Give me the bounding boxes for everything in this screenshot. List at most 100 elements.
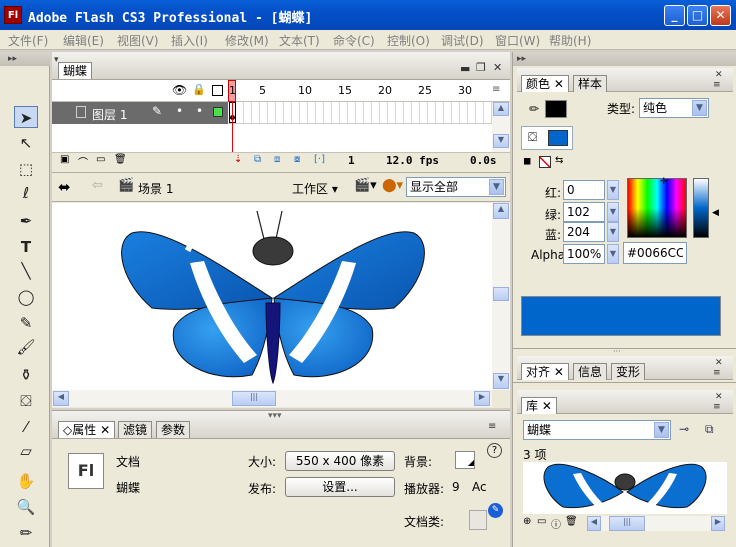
add-motion-guide-icon[interactable]: ⌒ xyxy=(78,154,88,169)
free-transform-tool-icon[interactable]: ⬚ xyxy=(14,158,38,180)
onion-skin-icon[interactable]: ⧉ xyxy=(254,154,261,165)
insert-folder-icon[interactable]: ▭ xyxy=(96,154,105,165)
tab-swatches[interactable]: 样本 xyxy=(573,75,608,92)
back-arrow-icon[interactable]: ⇦ xyxy=(92,178,103,193)
green-slider-button[interactable]: ▼ xyxy=(607,202,619,222)
scroll-left-button[interactable]: ◀ xyxy=(53,391,69,406)
tools-panel-header[interactable]: ▸▸ xyxy=(0,52,50,66)
fill-color-control[interactable]: ⛋ xyxy=(521,126,573,150)
tab-parameters[interactable]: 参数 xyxy=(156,421,191,438)
eyedropper-tool-icon[interactable]: ⁄ xyxy=(14,416,38,438)
frames-row[interactable] xyxy=(228,102,492,124)
restore-doc-icon[interactable]: ❐ xyxy=(476,61,486,74)
edit-scene-icon[interactable]: 🎬▾ xyxy=(354,178,377,193)
selection-tool-icon[interactable]: ➤ xyxy=(14,106,38,128)
butterfly-graphic[interactable] xyxy=(52,203,492,390)
scroll-thumb[interactable]: ||| xyxy=(609,516,645,531)
menu-view[interactable]: 视图(V) xyxy=(117,32,159,49)
show-hide-eye-icon[interactable]: 👁 xyxy=(172,83,187,97)
text-tool-icon[interactable]: T xyxy=(14,236,38,258)
tab-filters[interactable]: 滤镜 xyxy=(118,421,153,438)
panel-menu-icon[interactable]: ≡ xyxy=(713,402,721,412)
scene-label[interactable]: 场景 1 xyxy=(138,180,173,197)
brightness-slider[interactable] xyxy=(693,178,709,238)
insert-layer-icon[interactable]: ▣ xyxy=(60,154,69,165)
tab-transform[interactable]: 变形 xyxy=(611,363,646,380)
timeline-toggle-icon[interactable]: ⬌ xyxy=(58,178,71,196)
no-color-icon[interactable] xyxy=(539,156,551,168)
close-button[interactable]: ✕ xyxy=(710,5,731,26)
default-colors-icon[interactable]: ◼ xyxy=(523,156,531,167)
scroll-left-button[interactable]: ◀ xyxy=(587,516,601,531)
dock-header[interactable]: ▸▸ xyxy=(513,52,736,66)
minimize-button[interactable]: _ xyxy=(664,5,685,26)
paint-bucket-tool-icon[interactable]: ⛋ xyxy=(14,390,38,412)
pin-library-icon[interactable]: ⊸ xyxy=(679,422,689,436)
tab-align[interactable]: 对齐 ✕ xyxy=(521,363,569,380)
close-panel-icon[interactable]: ✕ xyxy=(715,358,723,368)
menu-debug[interactable]: 调试(D) xyxy=(441,32,484,49)
delete-layer-icon[interactable]: 🗑 xyxy=(114,154,127,165)
ink-bottle-tool-icon[interactable]: ⚱ xyxy=(14,364,38,386)
subselection-tool-icon[interactable]: ↖ xyxy=(14,132,38,154)
document-class-input[interactable] xyxy=(469,510,487,530)
scroll-down-button[interactable]: ▼ xyxy=(493,134,509,148)
delete-icon[interactable]: 🗑 xyxy=(565,516,578,527)
scroll-thumb[interactable] xyxy=(493,287,509,301)
publish-settings-button[interactable]: 设置... xyxy=(285,477,395,497)
library-document-dropdown[interactable]: 蝴蝶 ▼ xyxy=(523,420,671,440)
maximize-button[interactable]: □ xyxy=(687,5,708,26)
close-panel-icon[interactable]: ✕ xyxy=(715,70,723,80)
stroke-color-swatch[interactable] xyxy=(545,100,567,118)
menu-edit[interactable]: 编辑(E) xyxy=(63,32,104,49)
tab-color[interactable]: 颜色 ✕ xyxy=(521,75,569,92)
lock-dot-icon[interactable]: • xyxy=(196,104,203,118)
close-doc-icon[interactable]: ✕ xyxy=(493,61,502,74)
red-slider-button[interactable]: ▼ xyxy=(607,180,619,200)
panel-grip-icon[interactable]: ▾▾▾ xyxy=(268,411,282,421)
scroll-right-button[interactable]: ▶ xyxy=(711,516,725,531)
minimize-doc-icon[interactable]: ▬ xyxy=(460,62,470,75)
scroll-right-button[interactable]: ▶ xyxy=(474,391,490,406)
menu-insert[interactable]: 插入(I) xyxy=(171,32,208,49)
stage-horizontal-scrollbar[interactable]: ◀ ||| ▶ xyxy=(52,390,492,407)
properties-icon[interactable]: ⓘ xyxy=(551,516,561,531)
stage-vertical-scrollbar[interactable]: ▲ ▼ xyxy=(492,203,510,390)
green-input[interactable] xyxy=(563,202,605,222)
blue-slider-button[interactable]: ▼ xyxy=(607,222,619,242)
frame-rate[interactable]: 12.0 fps xyxy=(386,154,439,167)
onion-outline-icon[interactable]: ⧈ xyxy=(274,154,280,165)
edit-symbols-icon[interactable]: ⬤▾ xyxy=(382,178,403,193)
panel-menu-icon[interactable]: ≡ xyxy=(713,80,721,90)
timeline-menu-icon[interactable]: ≡ xyxy=(492,84,500,95)
scroll-thumb[interactable]: ||| xyxy=(232,391,276,406)
color-spectrum-picker[interactable]: ✛ xyxy=(627,177,687,238)
tab-info[interactable]: 信息 xyxy=(573,363,608,380)
menu-file[interactable]: 文件(F) xyxy=(8,32,48,49)
background-color-swatch[interactable]: ◢ xyxy=(455,451,475,469)
scroll-up-button[interactable]: ▲ xyxy=(493,102,509,116)
menu-text[interactable]: 文本(T) xyxy=(279,32,320,49)
workspace-dropdown[interactable]: 工作区 ▾ xyxy=(292,180,338,197)
hex-color-input[interactable] xyxy=(623,242,687,264)
outline-icon[interactable] xyxy=(212,85,223,96)
alpha-input[interactable] xyxy=(563,244,605,264)
lasso-tool-icon[interactable]: ℓ xyxy=(14,182,38,204)
oval-tool-icon[interactable]: ◯ xyxy=(14,286,38,308)
zoom-dropdown[interactable]: 显示全部 ▼ xyxy=(406,177,506,197)
document-tab[interactable]: 蝴蝶 xyxy=(58,62,93,79)
stage[interactable] xyxy=(52,203,492,390)
fill-color-swatch[interactable] xyxy=(548,130,568,146)
scroll-down-button[interactable]: ▼ xyxy=(493,373,509,389)
tab-library[interactable]: 库 ✕ xyxy=(521,397,557,414)
new-folder-icon[interactable]: ▭ xyxy=(537,516,546,527)
red-input[interactable] xyxy=(563,180,605,200)
layer-outline-color[interactable] xyxy=(213,107,223,117)
hand-tool-icon[interactable]: ✋ xyxy=(14,470,38,492)
pen-tool-icon[interactable]: ✒ xyxy=(14,210,38,232)
panel-menu-icon[interactable]: ≡ xyxy=(713,368,721,378)
tab-properties[interactable]: ◇属性 ✕ xyxy=(58,421,116,438)
eraser-tool-icon[interactable]: ▱ xyxy=(14,440,38,462)
menu-modify[interactable]: 修改(M) xyxy=(225,32,269,49)
help-icon[interactable]: ? xyxy=(487,443,502,458)
